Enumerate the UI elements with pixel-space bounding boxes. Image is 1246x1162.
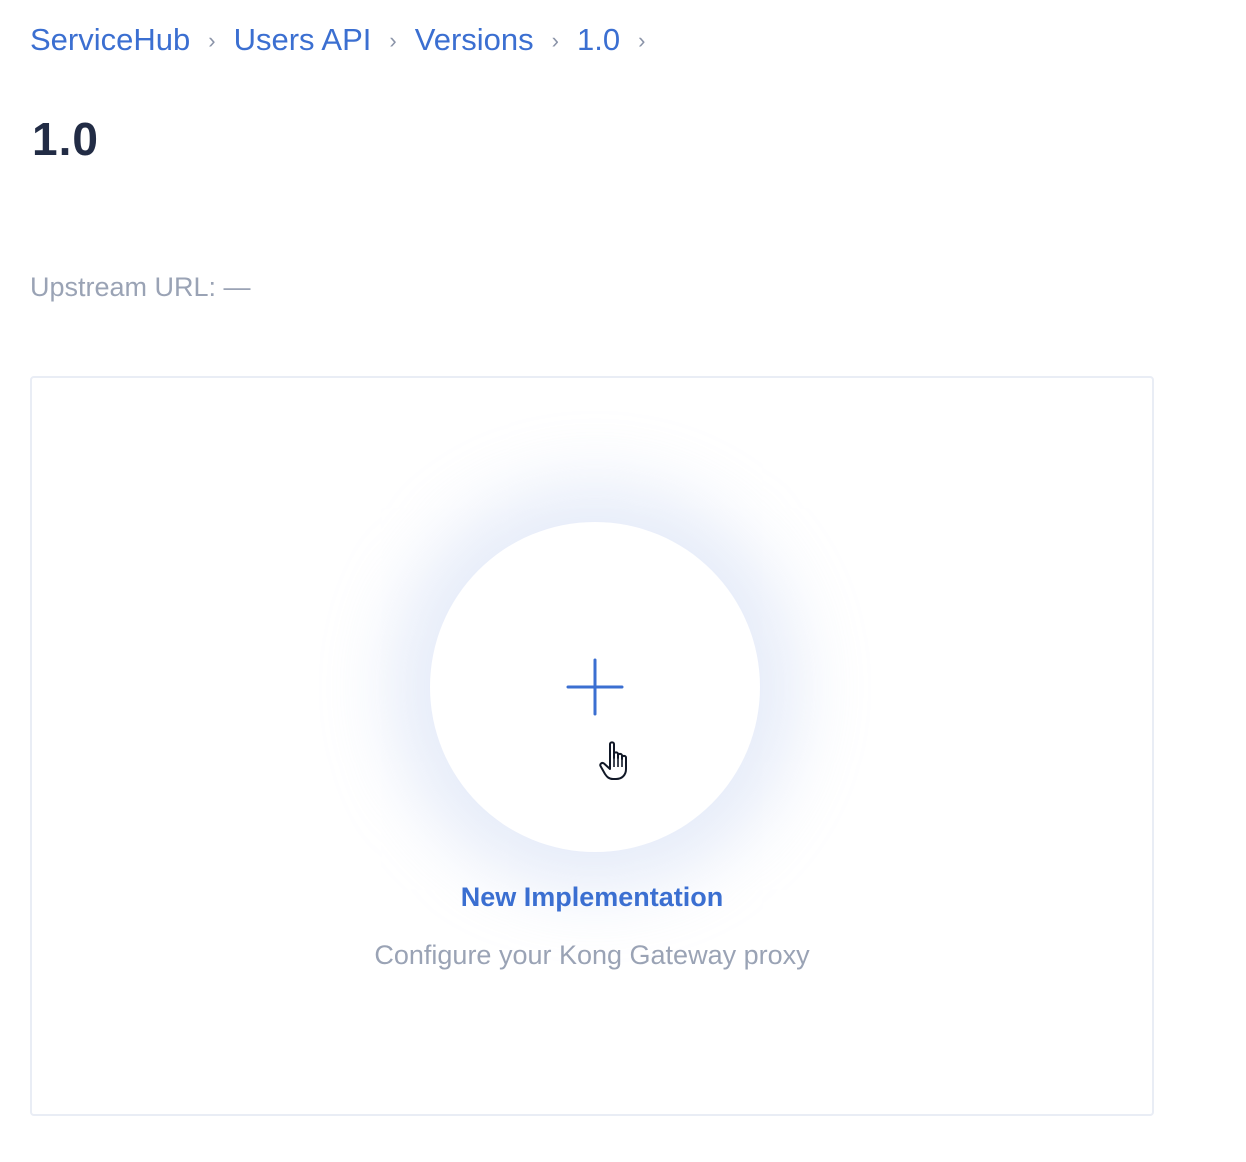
breadcrumb-item-servicehub[interactable]: ServiceHub — [30, 22, 190, 58]
implementation-card: New Implementation Configure your Kong G… — [30, 376, 1154, 1116]
breadcrumb-item-users-api[interactable]: Users API — [234, 22, 372, 58]
breadcrumb-separator-icon: › — [389, 28, 397, 53]
hand-pointer-icon — [599, 741, 627, 780]
breadcrumb: ServiceHub › Users API › Versions › 1.0 … — [30, 22, 663, 58]
new-implementation-button[interactable] — [430, 522, 760, 852]
new-implementation-link[interactable]: New Implementation — [32, 882, 1152, 913]
breadcrumb-separator-icon: › — [551, 28, 559, 53]
new-implementation-description: Configure your Kong Gateway proxy — [374, 940, 810, 970]
page-title: 1.0 — [32, 113, 99, 165]
breadcrumb-separator-icon: › — [638, 28, 646, 53]
breadcrumb-item-version[interactable]: 1.0 — [577, 22, 620, 58]
plus-icon — [566, 658, 624, 716]
breadcrumb-item-versions[interactable]: Versions — [415, 22, 534, 58]
breadcrumb-separator-icon: › — [208, 28, 216, 53]
upstream-url-label: Upstream URL: — — [30, 272, 251, 302]
